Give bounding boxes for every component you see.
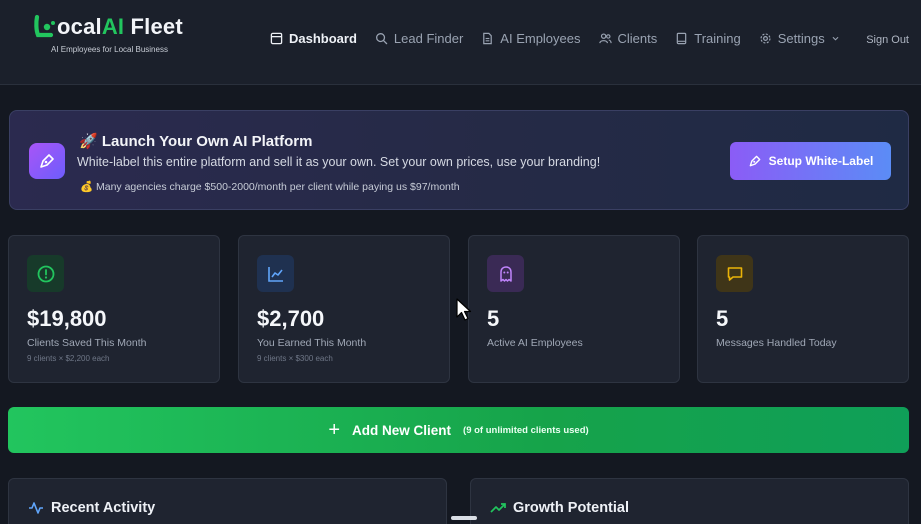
stat-value: 5 bbox=[487, 306, 500, 331]
nav-label: Settings bbox=[777, 31, 825, 46]
file-icon bbox=[483, 32, 493, 45]
nav-label: Dashboard bbox=[289, 31, 357, 46]
add-new-client-button[interactable]: + Add New Client (9 of unlimited clients… bbox=[8, 407, 909, 453]
top-header: ocalAI Fleet AI Employees for Local Busi… bbox=[0, 0, 921, 85]
stat-subtext: 9 clients × $300 each bbox=[257, 354, 333, 363]
trending-up-icon bbox=[490, 503, 506, 513]
nav-label: AI Employees bbox=[500, 31, 581, 46]
nav-label: Training bbox=[694, 31, 741, 46]
stat-card-you-earned: $2,700 You Earned This Month 9 clients ×… bbox=[238, 235, 450, 383]
growth-potential-panel: Growth Potential bbox=[470, 478, 909, 524]
white-label-banner: 🚀 Launch Your Own AI Platform White-labe… bbox=[9, 110, 909, 210]
stat-card-clients-saved: $19,800 Clients Saved This Month 9 clien… bbox=[8, 235, 220, 383]
stat-subtext: 9 clients × $2,200 each bbox=[27, 354, 110, 363]
client-usage-text: (9 of unlimited clients used) bbox=[463, 424, 589, 436]
users-icon bbox=[598, 33, 612, 44]
pen-tool-icon bbox=[749, 155, 761, 167]
nav-label: Lead Finder bbox=[393, 31, 464, 46]
alert-circle-icon bbox=[27, 255, 64, 292]
nav-label: Clients bbox=[617, 31, 658, 46]
resize-handle[interactable] bbox=[451, 516, 477, 520]
chart-line-icon bbox=[257, 255, 294, 292]
nav-item-lead-finder[interactable]: Lead Finder bbox=[375, 31, 463, 46]
book-icon bbox=[676, 32, 687, 45]
brand-tagline: AI Employees for Local Business bbox=[51, 45, 168, 54]
main-nav: Dashboard Lead Finder AI Employees Clien… bbox=[270, 31, 858, 46]
pen-tool-icon bbox=[29, 143, 65, 179]
stat-label: Messages Handled Today bbox=[716, 337, 837, 349]
banner-title: 🚀 Launch Your Own AI Platform bbox=[79, 133, 313, 150]
add-client-label: Add New Client bbox=[352, 422, 452, 438]
panel-title: Growth Potential bbox=[513, 500, 629, 516]
setup-white-label-button[interactable]: Setup White-Label bbox=[730, 142, 891, 180]
layout-icon bbox=[270, 32, 283, 45]
stat-card-messages-handled: 5 Messages Handled Today bbox=[697, 235, 909, 383]
chevron-down-icon bbox=[832, 36, 839, 41]
stat-label: Active AI Employees bbox=[487, 337, 583, 349]
stat-value: $2,700 bbox=[257, 306, 325, 331]
nav-item-settings[interactable]: Settings bbox=[759, 31, 840, 46]
nav-item-training[interactable]: Training bbox=[675, 31, 741, 46]
brand-name: ocalAI Fleet bbox=[57, 14, 183, 39]
plus-icon: + bbox=[328, 418, 341, 441]
stat-label: Clients Saved This Month bbox=[27, 337, 147, 349]
ghost-icon bbox=[487, 255, 524, 292]
stat-value: $19,800 bbox=[27, 306, 107, 331]
gear-icon bbox=[760, 33, 771, 44]
stat-value: 5 bbox=[716, 306, 729, 331]
nav-item-ai-employees[interactable]: AI Employees bbox=[481, 31, 581, 46]
logo-mark-icon bbox=[33, 14, 55, 40]
nav-item-dashboard[interactable]: Dashboard bbox=[270, 31, 357, 46]
search-icon bbox=[375, 33, 388, 45]
panel-title: Recent Activity bbox=[51, 500, 156, 516]
button-label: Setup White-Label bbox=[768, 154, 874, 168]
banner-note: 💰 Many agencies charge $500-2000/month p… bbox=[80, 181, 460, 193]
brand-logo[interactable]: ocalAI Fleet AI Employees for Local Busi… bbox=[33, 14, 183, 54]
activity-icon bbox=[29, 502, 43, 514]
recent-activity-panel: Recent Activity bbox=[8, 478, 447, 524]
nav-item-clients[interactable]: Clients bbox=[598, 31, 658, 46]
banner-description: White-label this entire platform and sel… bbox=[77, 155, 601, 169]
stat-card-active-ai-employees: 5 Active AI Employees bbox=[468, 235, 680, 383]
sign-out-link[interactable]: Sign Out bbox=[866, 34, 909, 46]
message-icon bbox=[716, 255, 753, 292]
stat-label: You Earned This Month bbox=[257, 337, 367, 349]
mouse-cursor-icon bbox=[456, 298, 472, 321]
